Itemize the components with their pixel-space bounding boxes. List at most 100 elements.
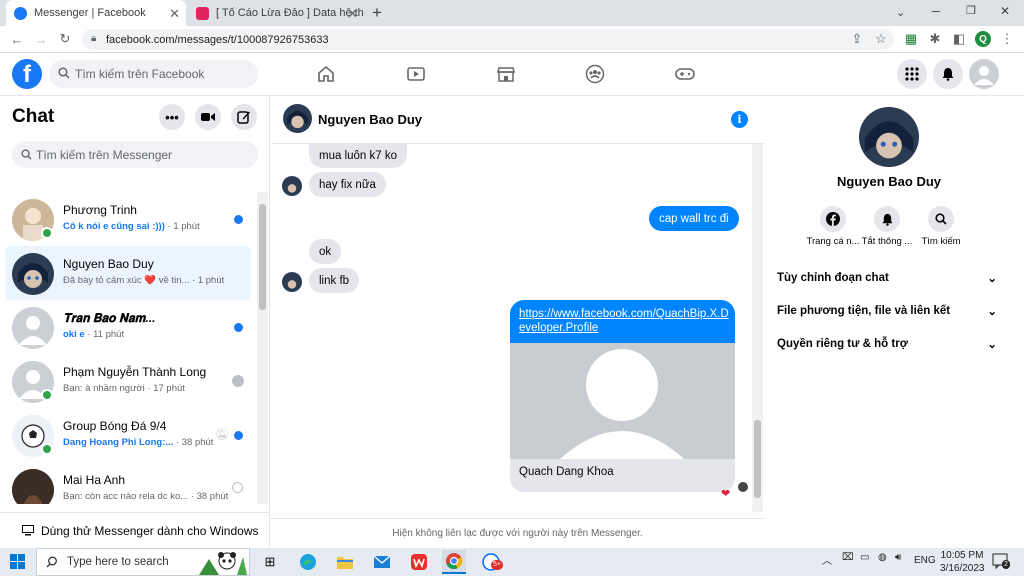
extension-sheets-icon[interactable]: ▦ — [902, 30, 920, 48]
mute-bell-icon[interactable] — [874, 206, 900, 232]
messenger-search-input[interactable]: Tìm kiếm trên Messenger — [12, 141, 258, 168]
close-window-icon[interactable]: ✕ — [1000, 4, 1010, 18]
scrollbar-thumb[interactable] — [259, 204, 266, 310]
search-action-label: Tìm kiếm — [921, 236, 961, 247]
search-conversation-icon[interactable] — [928, 206, 954, 232]
mute-action-label: Tắt thông ... — [861, 236, 913, 247]
extensions-puzzle-icon[interactable]: ✱ — [926, 30, 944, 48]
conversation-item[interactable]: Group Bóng Đá 9/4 Dang Hoang Phi Long:..… — [5, 408, 251, 462]
battery-icon[interactable]: ▭ — [860, 552, 869, 563]
conversation-name: Mai Ha Anh — [63, 473, 126, 487]
message-bubble-received: mua luôn k7 ko — [309, 144, 407, 168]
profile-facebook-icon[interactable] — [820, 206, 846, 232]
groups-icon[interactable] — [583, 62, 607, 86]
conversation-preview: Cô k nói e cũng sai :))) · 1 phút — [63, 221, 200, 232]
restore-icon[interactable]: ❐ — [966, 4, 976, 17]
facebook-search-input[interactable]: Tìm kiếm trên Facebook — [49, 60, 258, 88]
chat-header-avatar[interactable] — [283, 104, 312, 133]
sender-avatar — [282, 272, 302, 292]
conversation-item-selected[interactable]: Nguyen Bao Duy Đã bày tỏ cảm xúc ❤️ về t… — [5, 246, 251, 300]
profile-avatar[interactable]: Q — [975, 31, 991, 47]
bookmark-star-icon[interactable]: ☆ — [872, 30, 890, 48]
chrome-browser-icon[interactable] — [442, 550, 466, 574]
taskbar-search-input[interactable]: Type here to search — [36, 548, 250, 576]
url-text: facebook.com/messages/t/100087926753633 — [106, 33, 329, 46]
facebook-favicon-icon — [14, 6, 27, 20]
conversation-item[interactable]: Mai Ha Anh Bạn: còn acc nào rela dc ko..… — [5, 462, 251, 504]
conversation-name: 𝐓𝐫𝐚𝐧 𝐁𝐚𝐨 𝐍𝐚𝐦... — [63, 311, 156, 325]
account-avatar[interactable] — [969, 59, 999, 89]
forward-icon[interactable]: → — [32, 30, 50, 48]
tab-messenger[interactable]: Messenger | Facebook ✕ — [6, 0, 186, 26]
unread-dot — [234, 431, 243, 440]
system-clock[interactable]: 10:05 PM 3/16/2023 — [940, 549, 985, 575]
mail-icon[interactable] — [370, 550, 394, 574]
read-receipt-avatar — [738, 482, 748, 492]
privacy-support-section[interactable]: Quyền riêng tư & hỗ trợ ⌄ — [777, 337, 997, 351]
network-icon[interactable]: ◍ — [878, 552, 887, 563]
conversation-name: Phạm Nguyễn Thành Long — [63, 365, 207, 379]
scrollbar-thumb[interactable] — [754, 420, 761, 498]
info-icon[interactable]: i — [731, 111, 748, 128]
browser-menu-icon[interactable]: ⋮ — [998, 30, 1016, 48]
close-tab-icon[interactable]: ✕ — [169, 6, 180, 22]
clock-time: 10:05 PM — [940, 550, 984, 561]
file-explorer-icon[interactable] — [333, 550, 357, 574]
sender-avatar — [282, 176, 302, 196]
menu-grid-button[interactable] — [897, 59, 927, 89]
online-indicator — [41, 389, 53, 401]
message-bubble-received: hay fix nữa — [309, 172, 386, 197]
zalo-app-icon[interactable]: 5+ — [480, 550, 504, 574]
reload-icon[interactable]: ↻ — [56, 30, 74, 48]
close-tab-icon[interactable]: ✕ — [347, 6, 358, 22]
address-bar[interactable]: 🔒︎ facebook.com/messages/t/1000879267536… — [82, 29, 894, 50]
meet-now-icon[interactable]: ⌧ — [842, 552, 854, 563]
minimize-icon[interactable]: – — [932, 2, 940, 18]
facebook-logo[interactable]: f — [12, 59, 42, 89]
heart-reaction[interactable]: ❤ — [721, 487, 730, 500]
more-options-button[interactable]: ••• — [159, 104, 185, 130]
search-placeholder: Type here to search — [67, 556, 169, 568]
task-view-icon[interactable]: ⊞ — [258, 550, 282, 574]
home-icon[interactable] — [314, 62, 338, 86]
conversation-item[interactable]: Phương Trinh Cô k nói e cũng sai :))) · … — [5, 192, 251, 246]
profile-action-label: Trang cá n... — [806, 236, 860, 247]
conversation-preview: Bạn: còn acc nào rela dc ko... · 38 phút — [63, 491, 229, 502]
language-indicator[interactable]: ENG — [914, 555, 936, 566]
volume-icon[interactable]: 🔊︎ — [895, 552, 901, 563]
show-hidden-icons[interactable]: ︿ — [822, 552, 832, 567]
tab-scam-report[interactable]: [ Tố Cáo Lừa Đảo ] Data hệ thống ✕ — [188, 0, 364, 26]
notification-center-icon[interactable]: 2 — [992, 553, 1010, 569]
link-preview-card[interactable]: https://www.facebook.com/QuachBip.X.D ev… — [510, 300, 735, 492]
tab-search-icon[interactable]: ⌄ — [896, 6, 905, 19]
chat-contact-name[interactable]: Nguyen Bao Duy — [318, 112, 422, 127]
conversation-item[interactable]: 𝐓𝐫𝐚𝐧 𝐁𝐚𝐨 𝐍𝐚𝐦... oki e · 11 phút — [5, 300, 251, 354]
windows-start-icon[interactable] — [10, 554, 25, 569]
customize-chat-section[interactable]: Tùy chỉnh đoạn chat ⌄ — [777, 271, 997, 285]
seen-avatar-icon — [232, 375, 244, 387]
conversation-preview: Đã bày tỏ cảm xúc ❤️ về tin... · 1 phút — [63, 275, 225, 286]
share-icon[interactable]: ⇪ — [848, 30, 866, 48]
notifications-bell-icon[interactable] — [933, 59, 963, 89]
new-message-icon[interactable] — [231, 104, 257, 130]
conversation-name: Phương Trinh — [63, 203, 137, 217]
video-call-icon[interactable] — [195, 104, 221, 130]
conversation-item[interactable]: Phạm Nguyễn Thành Long Bạn: à nhầm người… — [5, 354, 251, 408]
chevron-down-icon: ⌄ — [987, 306, 997, 318]
wps-office-icon[interactable] — [407, 550, 431, 574]
media-files-section[interactable]: File phương tiện, file và liên kết ⌄ — [777, 304, 997, 318]
edge-browser-icon[interactable] — [296, 550, 320, 574]
online-indicator — [41, 443, 53, 455]
side-panel-icon[interactable]: ◧ — [950, 30, 968, 48]
gaming-icon[interactable] — [673, 62, 697, 86]
conversation-preview: oki e · 11 phút — [63, 329, 125, 340]
message-link[interactable]: https://www.facebook.com/QuachBip.X.D ev… — [510, 300, 735, 343]
try-messenger-windows-link[interactable]: Dùng thử Messenger dành cho Windows — [0, 512, 270, 548]
watch-icon[interactable] — [404, 62, 428, 86]
search-placeholder: Tìm kiếm trên Messenger — [36, 147, 173, 162]
profile-avatar-large[interactable] — [859, 107, 919, 167]
new-tab-button[interactable]: + — [372, 3, 382, 23]
back-icon[interactable]: ← — [8, 30, 26, 48]
marketplace-icon[interactable] — [494, 62, 518, 86]
divider — [271, 518, 764, 519]
